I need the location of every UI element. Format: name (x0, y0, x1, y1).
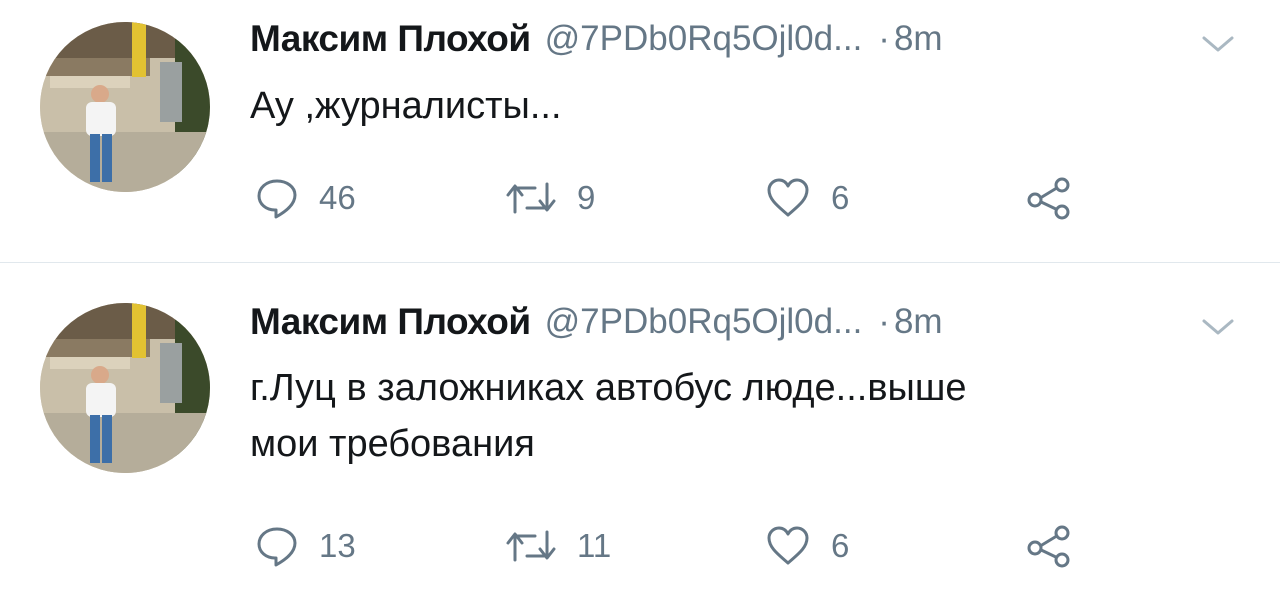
tweet-text: Ау ,журналисты... (250, 78, 1210, 134)
share-button[interactable] (1025, 516, 1073, 576)
retweet-arrows-icon (505, 178, 557, 218)
like-button[interactable]: 6 (765, 516, 849, 576)
retweet-arrows-icon (505, 526, 557, 566)
timestamp[interactable]: 8m (894, 302, 943, 341)
author-handle[interactable]: @7PDb0Rq5Ojl0d... (545, 302, 863, 341)
chevron-down-icon[interactable] (1198, 30, 1238, 58)
retweet-count: 11 (577, 527, 612, 564)
tweet[interactable]: Максим Плохой @7PDb0Rq5Ojl0d... · 8m г.Луц … (0, 263, 1280, 597)
avatar[interactable] (40, 22, 210, 192)
timestamp[interactable]: 8m (894, 19, 943, 58)
tweet-header: Максим Плохой @7PDb0Rq5Ojl0d... · 8m (250, 301, 1250, 349)
share-nodes-icon (1025, 524, 1073, 568)
tweet-text-line: мои требования (250, 423, 535, 465)
like-count: 6 (831, 179, 850, 216)
tweet-text-line: Ау ,журналисты... (250, 85, 562, 127)
separator-dot: · (878, 302, 890, 341)
tweet-text-line: г.Луц в заложниках автобус люде...выше (250, 367, 967, 409)
author-handle[interactable]: @7PDb0Rq5Ojl0d... (545, 19, 863, 58)
reply-count: 46 (319, 179, 356, 216)
like-count: 6 (831, 527, 850, 564)
like-button[interactable]: 6 (765, 168, 849, 228)
share-button[interactable] (1025, 168, 1073, 228)
tweet-header: Максим Плохой @7PDb0Rq5Ojl0d... · 8m (250, 18, 1250, 66)
retweet-button[interactable]: 11 (505, 516, 611, 576)
chevron-down-icon[interactable] (1198, 313, 1238, 341)
tweet-text: г.Луц в заложниках автобус люде...выше м… (250, 360, 1210, 472)
separator-dot: · (878, 19, 890, 58)
tweet-actions: 13 11 6 (255, 516, 1155, 576)
reply-bubble-icon (255, 524, 299, 568)
reply-button[interactable]: 13 (255, 516, 356, 576)
retweet-button[interactable]: 9 (505, 168, 595, 228)
tweet-actions: 46 9 6 (255, 168, 1155, 228)
avatar[interactable] (40, 303, 210, 473)
author-name[interactable]: Максим Плохой (250, 301, 531, 342)
heart-outline-icon (765, 177, 811, 219)
heart-outline-icon (765, 525, 811, 567)
share-nodes-icon (1025, 176, 1073, 220)
tweet[interactable]: Максим Плохой @7PDb0Rq5Ojl0d... · 8m Ау ,жу… (0, 0, 1280, 262)
author-name[interactable]: Максим Плохой (250, 18, 531, 59)
reply-bubble-icon (255, 176, 299, 220)
reply-count: 13 (319, 527, 356, 564)
retweet-count: 9 (577, 179, 596, 216)
reply-button[interactable]: 46 (255, 168, 356, 228)
